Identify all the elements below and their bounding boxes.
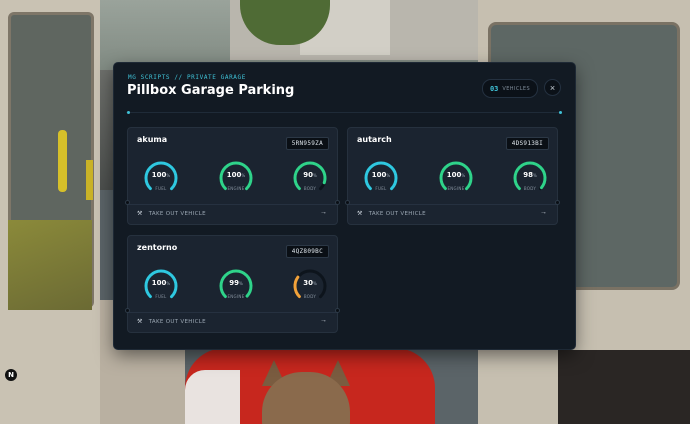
gauge-label: BODY [523, 186, 537, 191]
gauge-engine: 100% ENGINE [438, 160, 474, 196]
bollard [86, 160, 93, 200]
vehicle-count: 03 [489, 84, 499, 93]
gauge-label: ENGINE [227, 294, 245, 299]
card-notch [555, 200, 560, 205]
take-out-label: TAKE OUT VEHICLE [368, 210, 426, 217]
gauge-value-wrap: 100% [218, 171, 254, 179]
table [558, 350, 690, 424]
gauge-value: 90 [303, 171, 313, 179]
gauge-value: 100 [151, 171, 167, 179]
vehicle-card[interactable]: autarch 4DS913BI 100% FUEL 100% ENGINE 98% BODY… [345, 127, 560, 225]
gauge-value-wrap: 100% [363, 171, 399, 179]
arrow-right-icon[interactable]: → [540, 209, 547, 216]
vehicle-card[interactable]: zentorno 4QZ809BC 100% FUEL 99% ENGINE 30% BODY… [125, 235, 340, 333]
gauge-body: 30% BODY [292, 268, 328, 304]
gauge-label: FUEL [375, 186, 387, 191]
garage-panel: MG SCRIPTS // PRIVATE GARAGE Pillbox Gar… [114, 63, 575, 349]
gauge-fuel: 100% FUEL [363, 160, 399, 196]
gauge-value: 99 [229, 279, 239, 287]
gauge-label: BODY [303, 186, 317, 191]
gauge-label: BODY [303, 294, 317, 299]
bollard [58, 130, 67, 192]
card-divider [128, 312, 337, 313]
gauge-value: 100 [226, 171, 242, 179]
license-plate: 4QZ809BC [285, 245, 329, 258]
page-title: Pillbox Garage Parking [127, 83, 295, 98]
take-out-button[interactable]: ⚒ TAKE OUT VEHICLE [137, 210, 206, 217]
vehicle-count-badge: 03 VEHICLES [482, 79, 538, 98]
header-divider [126, 112, 561, 113]
license-plate: 5RN959ZA [285, 137, 329, 150]
license-plate: 4DS913BI [505, 137, 549, 150]
wrench-icon: ⚒ [357, 210, 363, 217]
gauge-value: 100 [446, 171, 462, 179]
gauge-value-wrap: 98% [512, 171, 548, 179]
vehicle-card[interactable]: akuma 5RN959ZA 100% FUEL 100% ENGINE 90% BODY ⚒ T… [125, 127, 340, 225]
gauge-label: FUEL [155, 186, 167, 191]
card-notch [125, 200, 130, 205]
percent-sign: % [532, 173, 537, 178]
gauge-label: ENGINE [447, 186, 465, 191]
panel-subtitle: MG SCRIPTS // PRIVATE GARAGE [128, 74, 246, 81]
wrench-icon: ⚒ [137, 210, 143, 217]
close-icon: × [549, 82, 556, 93]
gauge-body: 90% BODY [292, 160, 328, 196]
percent-sign: % [312, 281, 317, 286]
percent-sign: % [386, 173, 391, 178]
character-sleeve [185, 370, 240, 424]
take-out-label: TAKE OUT VEHICLE [148, 210, 206, 217]
vehicle-name: autarch [357, 135, 392, 144]
vehicle-name: zentorno [137, 243, 178, 252]
gauge-fuel: 100% FUEL [143, 160, 179, 196]
percent-sign: % [241, 173, 246, 178]
gauge-value-wrap: 100% [143, 171, 179, 179]
card-notch [345, 200, 350, 205]
card-notch [125, 308, 130, 313]
gauge-value-wrap: 90% [292, 171, 328, 179]
percent-sign: % [461, 173, 466, 178]
gauge-value-wrap: 99% [218, 279, 254, 287]
gauge-engine: 100% ENGINE [218, 160, 254, 196]
arrow-right-icon[interactable]: → [320, 209, 327, 216]
wrench-icon: ⚒ [137, 318, 143, 325]
gauge-value: 100 [151, 279, 167, 287]
gauge-label: ENGINE [227, 186, 245, 191]
gauge-engine: 99% ENGINE [218, 268, 254, 304]
gauge-value-wrap: 100% [143, 279, 179, 287]
take-out-button[interactable]: ⚒ TAKE OUT VEHICLE [357, 210, 426, 217]
divider-dot [127, 111, 130, 114]
percent-sign: % [166, 281, 171, 286]
north-compass-badge: N [5, 369, 17, 381]
gauge-value: 98 [523, 171, 533, 179]
gauge-value: 100 [371, 171, 387, 179]
gauge-value: 30 [303, 279, 313, 287]
gauge-value-wrap: 30% [292, 279, 328, 287]
percent-sign: % [166, 173, 171, 178]
card-divider [128, 204, 337, 205]
card-notch [335, 200, 340, 205]
take-out-button[interactable]: ⚒ TAKE OUT VEHICLE [137, 318, 206, 325]
vehicle-count-label: VEHICLES [502, 85, 531, 92]
take-out-label: TAKE OUT VEHICLE [148, 318, 206, 325]
vehicle-name: akuma [137, 135, 168, 144]
divider-dot [559, 111, 562, 114]
gauge-fuel: 100% FUEL [143, 268, 179, 304]
gauge-label: FUEL [155, 294, 167, 299]
gauge-body: 98% BODY [512, 160, 548, 196]
arrow-right-icon[interactable]: → [320, 317, 327, 324]
card-divider [348, 204, 557, 205]
card-notch [335, 308, 340, 313]
percent-sign: % [312, 173, 317, 178]
percent-sign: % [238, 281, 243, 286]
gauge-value-wrap: 100% [438, 171, 474, 179]
grass [8, 220, 92, 310]
close-button[interactable]: × [544, 79, 561, 96]
